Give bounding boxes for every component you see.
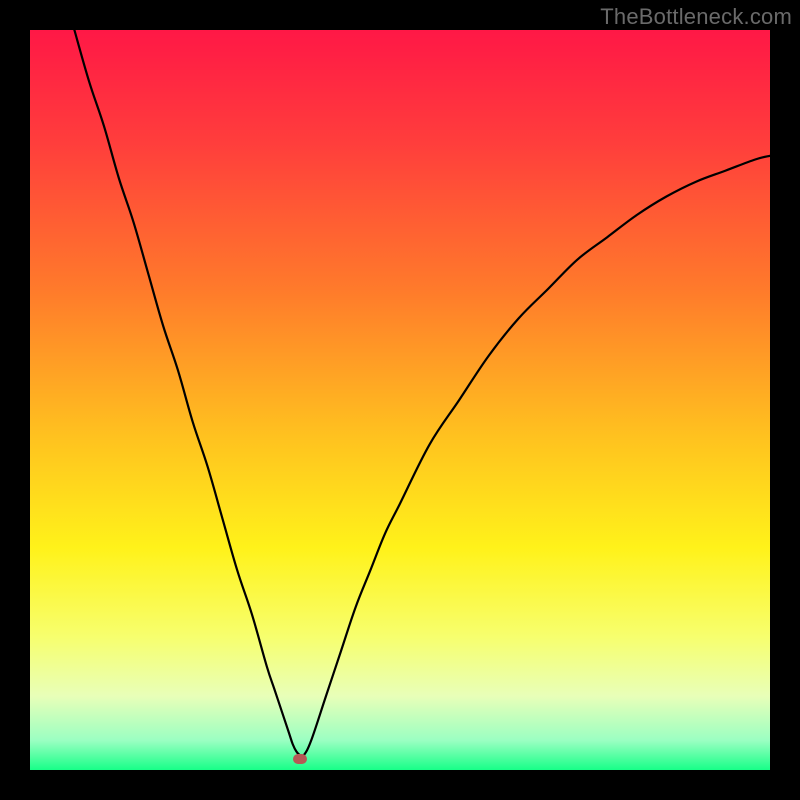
optimal-marker: [293, 754, 307, 764]
bottleneck-curve: [74, 30, 770, 757]
plot-area: [30, 30, 770, 770]
watermark-label: TheBottleneck.com: [600, 4, 792, 30]
chart-frame: TheBottleneck.com: [0, 0, 800, 800]
curve-svg: [30, 30, 770, 770]
